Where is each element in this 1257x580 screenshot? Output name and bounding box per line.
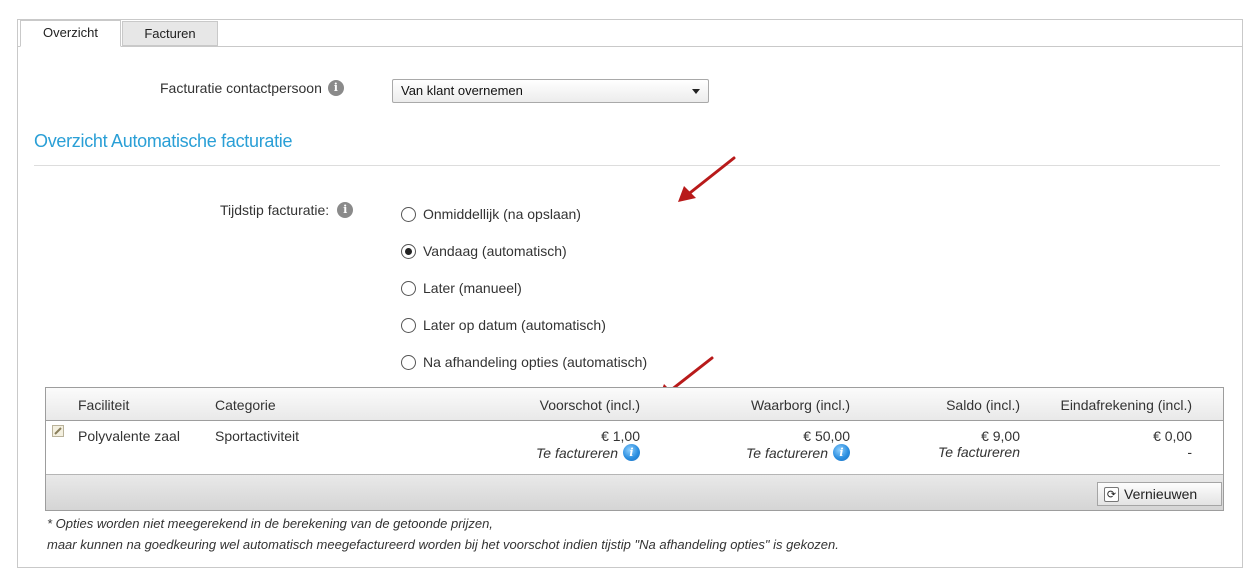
tab-bar: Overzicht Facturen xyxy=(18,20,1242,47)
status-text: Te factureren xyxy=(938,444,1020,460)
tab-divider xyxy=(18,46,1242,47)
annotation-arrow-icon xyxy=(678,156,736,202)
footnote-line-2: maar kunnen na goedkeuring wel automatis… xyxy=(47,537,839,552)
eindafrekening-amount: € 0,00 xyxy=(1153,428,1192,444)
cell-waarborg: € 50,00 Te factureren i xyxy=(746,428,850,461)
tijdstip-label: Tijdstip facturatie: xyxy=(220,202,330,218)
tijdstip-row: Tijdstip facturatie: i xyxy=(220,202,354,218)
saldo-status: Te factureren xyxy=(938,444,1020,460)
voorschot-status: Te factureren i xyxy=(536,444,640,461)
cell-saldo: € 9,00 Te factureren xyxy=(938,428,1020,460)
saldo-amount: € 9,00 xyxy=(981,428,1020,444)
column-header-categorie[interactable]: Categorie xyxy=(215,397,276,413)
refresh-icon: ⟳ xyxy=(1104,486,1119,502)
radio-button[interactable] xyxy=(401,317,416,333)
info-icon[interactable]: i xyxy=(833,444,850,461)
section-title: Overzicht Automatische facturatie xyxy=(34,131,293,151)
radio-option-later[interactable]: Later (manueel) xyxy=(401,280,522,296)
status-text: Te factureren xyxy=(746,444,828,461)
footnote-line-1: * Opties worden niet meegerekend in de b… xyxy=(47,516,493,531)
refresh-label: Vernieuwen xyxy=(1124,486,1198,502)
column-header-faciliteit[interactable]: Faciliteit xyxy=(78,397,129,413)
cell-faciliteit: Polyvalente zaal xyxy=(78,428,180,444)
column-header-saldo[interactable]: Saldo (incl.) xyxy=(946,397,1020,413)
contact-select-value: Van klant overnemen xyxy=(401,83,523,98)
radio-button-checked[interactable] xyxy=(401,243,416,259)
radio-label: Onmiddellijk (na opslaan) xyxy=(423,206,581,222)
radio-label: Later (manueel) xyxy=(423,280,522,296)
cell-voorschot: € 1,00 Te factureren i xyxy=(536,428,640,461)
edit-pencil-icon[interactable] xyxy=(52,425,64,437)
tab-facturen[interactable]: Facturen xyxy=(122,21,218,46)
radio-label: Na afhandeling opties (automatisch) xyxy=(423,354,648,370)
radio-button[interactable] xyxy=(401,354,416,370)
radio-option-onmiddellijk[interactable]: Onmiddellijk (na opslaan) xyxy=(401,206,581,222)
contact-row: Facturatie contactpersoon i xyxy=(160,80,344,96)
radio-button[interactable] xyxy=(401,206,416,222)
status-text: Te factureren xyxy=(536,444,618,461)
waarborg-amount: € 50,00 xyxy=(803,428,850,444)
table-row[interactable]: Polyvalente zaal Sportactiviteit € 1,00 … xyxy=(46,421,1223,471)
info-icon[interactable]: i xyxy=(337,202,354,218)
contact-select[interactable]: Van klant overnemen xyxy=(392,79,709,103)
radio-option-na-afhandeling[interactable]: Na afhandeling opties (automatisch) xyxy=(401,354,647,370)
status-text: - xyxy=(1187,444,1192,460)
column-header-voorschot[interactable]: Voorschot (incl.) xyxy=(540,397,640,413)
radio-label: Later op datum (automatisch) xyxy=(423,317,606,333)
contact-label: Facturatie contactpersoon xyxy=(160,80,322,96)
eindafrekening-status: - xyxy=(1153,444,1192,460)
facturatie-grid: Faciliteit Categorie Voorschot (incl.) W… xyxy=(45,387,1224,511)
info-icon[interactable]: i xyxy=(623,444,640,461)
info-icon[interactable]: i xyxy=(327,80,344,96)
voorschot-amount: € 1,00 xyxy=(601,428,640,444)
radio-button[interactable] xyxy=(401,280,416,296)
grid-header: Faciliteit Categorie Voorschot (incl.) W… xyxy=(46,388,1223,421)
cell-categorie: Sportactiviteit xyxy=(215,428,300,444)
radio-option-later-op-datum[interactable]: Later op datum (automatisch) xyxy=(401,317,606,333)
refresh-button[interactable]: ⟳ Vernieuwen xyxy=(1097,482,1222,506)
radio-option-vandaag[interactable]: Vandaag (automatisch) xyxy=(401,243,567,259)
cell-eindafrekening: € 0,00 - xyxy=(1153,428,1192,460)
column-header-waarborg[interactable]: Waarborg (incl.) xyxy=(751,397,850,413)
waarborg-status: Te factureren i xyxy=(746,444,850,461)
column-header-eindafrekening[interactable]: Eindafrekening (incl.) xyxy=(1060,397,1192,413)
section-divider xyxy=(34,165,1220,166)
chevron-down-icon xyxy=(692,89,700,94)
radio-label: Vandaag (automatisch) xyxy=(423,243,567,259)
grid-footer: ⟳ Vernieuwen xyxy=(46,474,1223,510)
tab-overzicht[interactable]: Overzicht xyxy=(20,20,121,47)
